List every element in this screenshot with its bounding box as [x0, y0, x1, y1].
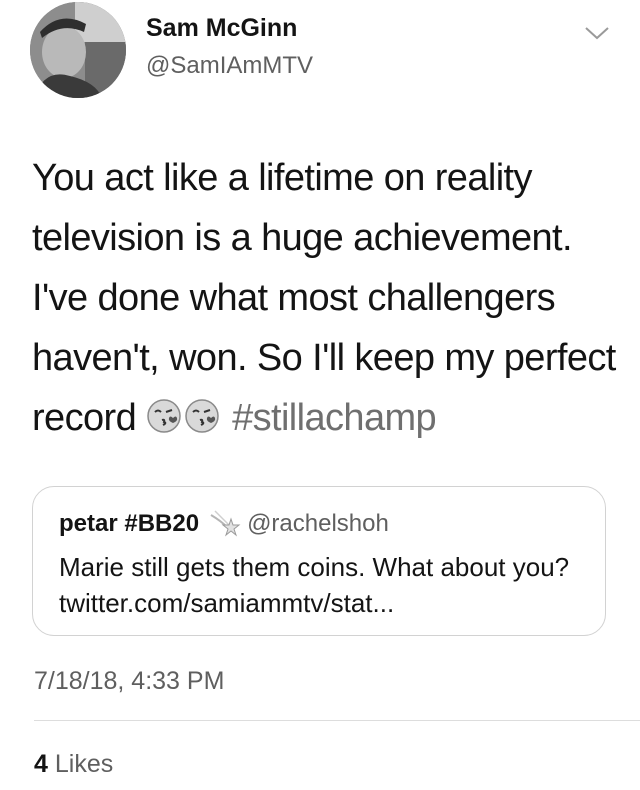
- quoted-tweet-text: Marie still gets them coins. What about …: [59, 552, 570, 618]
- likes-stat[interactable]: 4 Likes: [34, 750, 113, 779]
- kissing-face-icon: [184, 392, 220, 433]
- shooting-star-icon: [207, 509, 241, 537]
- quoted-tweet-header: petar #BB20 @rachelshoh: [59, 509, 389, 538]
- display-name[interactable]: Sam McGinn: [146, 14, 297, 43]
- likes-label: Likes: [54, 750, 114, 778]
- quoted-tweet-handle: @rachelshoh: [247, 510, 389, 537]
- likes-count: 4: [34, 750, 48, 778]
- user-handle[interactable]: @SamIAmMTV: [146, 52, 313, 80]
- kissing-face-icon: [146, 392, 182, 433]
- divider: [34, 720, 640, 721]
- quoted-tweet-name: petar #BB20: [59, 510, 200, 537]
- quoted-tweet-card[interactable]: petar #BB20 @rachelshoh Marie still gets…: [32, 486, 606, 636]
- hashtag-link[interactable]: #stillachamp: [232, 397, 437, 439]
- chevron-down-icon[interactable]: [584, 24, 610, 42]
- tweet-timestamp[interactable]: 7/18/18, 4:33 PM: [34, 667, 224, 696]
- avatar[interactable]: [30, 2, 126, 98]
- profile-photo: [30, 2, 126, 98]
- tweet-text: You act like a lifetime on reality telev…: [32, 148, 622, 448]
